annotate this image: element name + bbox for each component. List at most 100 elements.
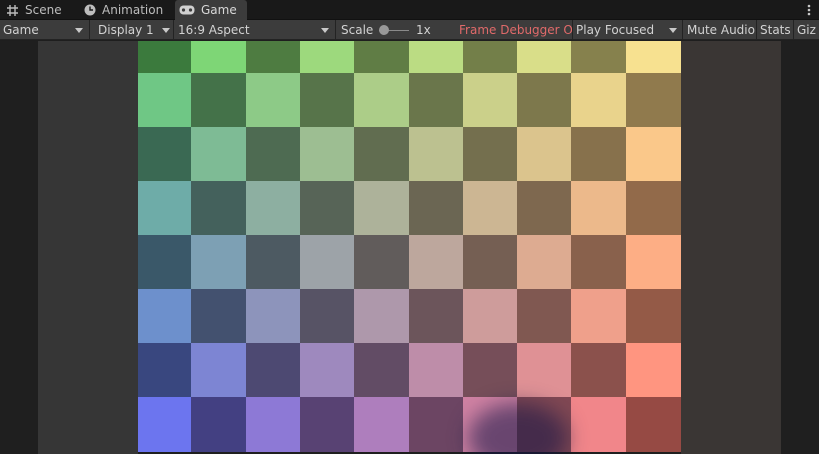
board-tile — [571, 397, 627, 452]
gizmos-button[interactable]: Giz — [797, 20, 819, 40]
board-tile — [625, 397, 681, 452]
board-tile — [191, 397, 247, 452]
checkerboard — [138, 41, 681, 454]
board-tile — [191, 343, 247, 398]
stats-button[interactable]: Stats — [760, 20, 793, 40]
board-tile — [571, 41, 627, 74]
board-tile — [299, 235, 356, 290]
board-tile — [354, 289, 410, 344]
board-tile — [625, 73, 681, 128]
scale-slider-knob[interactable] — [379, 25, 389, 35]
board-tile — [138, 181, 193, 236]
board-tile — [245, 73, 301, 128]
board-tile — [517, 235, 573, 290]
board-tile — [138, 73, 193, 128]
board-tile — [462, 127, 519, 182]
board-tile — [517, 181, 573, 236]
divider — [793, 20, 794, 40]
clock-icon — [83, 4, 96, 17]
divider — [682, 20, 683, 40]
aspect-dropdown[interactable]: 16:9 Aspect — [178, 20, 335, 40]
tab-game[interactable]: Game — [175, 0, 247, 20]
board-tile — [138, 397, 193, 452]
display-label: Display 1 — [98, 23, 154, 37]
board-tile — [245, 343, 301, 398]
tab-animation-label: Animation — [102, 3, 164, 17]
board-tile — [354, 181, 410, 236]
board-tile — [462, 181, 519, 236]
divider — [756, 20, 757, 40]
board-tile — [517, 127, 573, 182]
board-tile — [517, 73, 573, 128]
board-tile — [408, 397, 464, 452]
board-tile — [191, 127, 247, 182]
board-tile — [625, 41, 681, 74]
board-tile — [625, 235, 681, 290]
board-tile — [191, 73, 247, 128]
board-tile — [571, 289, 627, 344]
scale-value: 1x — [416, 20, 446, 40]
letterbox-left — [38, 41, 138, 454]
play-mode-dropdown[interactable]: Play Focused — [576, 20, 681, 40]
board-tile — [517, 41, 573, 74]
divider — [89, 20, 90, 40]
board-tile — [299, 41, 356, 74]
view-mode-caret-icon — [75, 28, 83, 33]
board-tile — [245, 235, 301, 290]
board-tile — [462, 343, 519, 398]
board-tile — [245, 289, 301, 344]
board-tile — [138, 235, 193, 290]
board-tile — [408, 343, 464, 398]
board-tile — [517, 343, 573, 398]
board-tile — [462, 289, 519, 344]
tab-scene[interactable]: Scene — [2, 0, 78, 20]
aspect-caret-icon — [321, 28, 329, 33]
scale-value-text: 1x — [416, 23, 431, 37]
tab-animation[interactable]: Animation — [79, 0, 174, 20]
board-tile — [571, 235, 627, 290]
play-mode-label: Play Focused — [576, 23, 655, 37]
board-tile — [299, 127, 356, 182]
board-tile — [299, 289, 356, 344]
board-tile — [625, 289, 681, 344]
tab-game-label: Game — [201, 3, 237, 17]
board-tile — [354, 343, 410, 398]
board-tile — [354, 235, 410, 290]
board-tile — [408, 235, 464, 290]
board-tile — [354, 127, 410, 182]
board-tile — [462, 235, 519, 290]
board-tile — [625, 343, 681, 398]
board-tile — [191, 41, 247, 74]
board-tile — [191, 181, 247, 236]
board-tile — [408, 41, 464, 74]
board-tile — [408, 73, 464, 128]
scale-label: Scale — [341, 20, 377, 40]
divider — [335, 20, 336, 40]
frame-debugger-status: Frame Debugger On — [459, 20, 572, 40]
mute-audio-label: Mute Audio — [687, 23, 755, 37]
board-tile — [462, 41, 519, 74]
board-tile — [245, 41, 301, 74]
more-options-icon[interactable] — [803, 2, 815, 18]
board-tile — [625, 127, 681, 182]
view-mode-label: Game — [3, 23, 39, 37]
board-tile — [625, 181, 681, 236]
mute-audio-button[interactable]: Mute Audio — [687, 20, 755, 40]
frame-debugger-text: Frame Debugger On — [459, 23, 572, 37]
display-caret-icon — [162, 28, 170, 33]
board-tile — [462, 73, 519, 128]
game-viewport[interactable] — [0, 41, 819, 454]
divider — [572, 20, 573, 40]
play-mode-caret-icon — [669, 28, 677, 33]
board-tile — [299, 343, 356, 398]
board-tile — [245, 397, 301, 452]
board-tile — [354, 397, 410, 452]
letterbox-right — [681, 41, 781, 454]
board-tile — [138, 127, 193, 182]
board-tile — [517, 289, 573, 344]
gizmos-label: Giz — [797, 23, 816, 37]
board-tile — [191, 289, 247, 344]
board-tile — [408, 289, 464, 344]
scale-label-text: Scale — [341, 23, 374, 37]
board-tile — [354, 41, 410, 74]
